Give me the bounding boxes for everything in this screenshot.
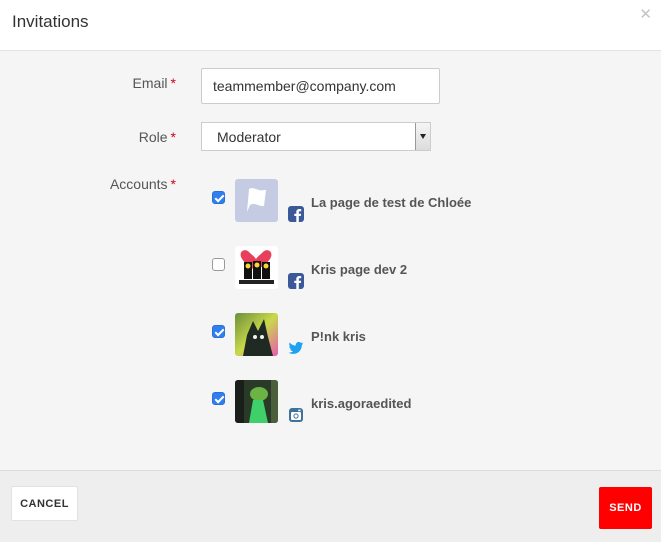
account-name: La page de test de Chloée: [311, 195, 472, 210]
select-arrow-icon[interactable]: [415, 123, 430, 150]
email-label: Email *: [4, 75, 176, 91]
avatar: [235, 179, 278, 222]
account-checkbox[interactable]: [212, 392, 225, 405]
cancel-button[interactable]: CANCEL: [11, 486, 78, 521]
avatar: [235, 313, 278, 356]
role-label: Role *: [4, 129, 176, 145]
send-button[interactable]: SEND: [599, 487, 652, 529]
account-item-kris-agoraedited[interactable]: kris.agoraedited: [212, 380, 652, 428]
accounts-label-text: Accounts: [109, 176, 168, 192]
email-input[interactable]: [201, 68, 440, 104]
invitations-dialog: Invitations ✕ Email* Role* Moderator Acc…: [0, 0, 661, 542]
accounts-label: Accounts *: [4, 176, 176, 192]
dialog-footer: [0, 470, 661, 542]
account-item-chloee-page[interactable]: La page de test de Chloée: [212, 179, 652, 227]
account-checkbox[interactable]: [212, 325, 225, 338]
avatar: [235, 246, 278, 289]
account-name: kris.agoraedited: [311, 396, 412, 411]
facebook-icon: [288, 206, 304, 222]
required-mark: *: [170, 176, 176, 192]
instagram-icon: [288, 407, 304, 423]
role-select-value: Moderator: [217, 129, 281, 145]
account-name: P!nk kris: [311, 329, 366, 344]
account-checkbox[interactable]: [212, 191, 225, 204]
account-item-pink-kris[interactable]: P!nk kris: [212, 313, 652, 361]
avatar: [235, 380, 278, 423]
role-label-text: Role: [138, 129, 168, 145]
account-item-kris-page-dev[interactable]: Kris page dev 2: [212, 246, 652, 294]
close-icon[interactable]: ✕: [639, 5, 652, 23]
required-mark: *: [170, 129, 176, 145]
role-select[interactable]: Moderator: [201, 122, 431, 151]
account-name: Kris page dev 2: [311, 262, 408, 277]
twitter-icon: [288, 340, 304, 356]
facebook-icon: [288, 273, 304, 289]
required-mark: *: [170, 75, 176, 91]
account-checkbox[interactable]: [212, 258, 225, 271]
dialog-title: Invitations: [12, 12, 89, 31]
dialog-header: Invitations ✕: [0, 0, 661, 51]
email-label-text: Email: [132, 75, 168, 91]
